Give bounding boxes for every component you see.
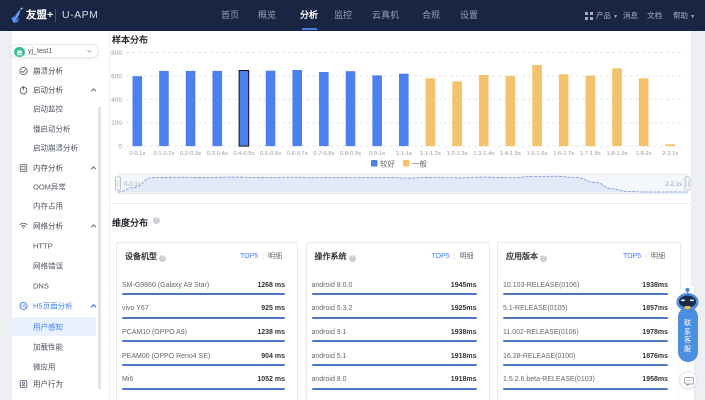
svg-text:0.7-0.8s: 0.7-0.8s	[313, 151, 334, 157]
svg-text:400: 400	[111, 97, 122, 104]
svg-text:600: 600	[111, 73, 122, 80]
svg-text:0.2-0.3s: 0.2-0.3s	[180, 151, 201, 157]
svg-text:1-1.1s: 1-1.1s	[396, 151, 412, 157]
svg-text:2-2.1s: 2-2.1s	[665, 182, 682, 188]
svg-text:1.2-1.3s: 1.2-1.3s	[447, 151, 468, 157]
svg-text:0.1-0.2s: 0.1-0.2s	[154, 151, 175, 157]
svg-text:0.4-0.5s: 0.4-0.5s	[233, 151, 254, 157]
svg-text:0.5-0.6s: 0.5-0.6s	[260, 151, 281, 157]
svg-text:1.6-1.7s: 1.6-1.7s	[553, 151, 574, 157]
svg-text:0.3-0.4s: 0.3-0.4s	[207, 151, 228, 157]
svg-text:800: 800	[111, 50, 122, 57]
svg-text:0.8-0.9s: 0.8-0.9s	[340, 151, 361, 157]
svg-text:H5: H5	[21, 304, 27, 309]
svg-text:1.5-1.6s: 1.5-1.6s	[527, 151, 548, 157]
svg-text:1.7-1.8s: 1.7-1.8s	[580, 151, 601, 157]
svg-text:0.6-0.7s: 0.6-0.7s	[287, 151, 308, 157]
svg-text:1.9-2s: 1.9-2s	[636, 151, 652, 157]
svg-text:一般: 一般	[412, 158, 427, 168]
svg-text:200: 200	[111, 120, 122, 127]
svg-text:1.8-1.9s: 1.8-1.9s	[607, 151, 628, 157]
svg-text:较好: 较好	[380, 158, 395, 168]
svg-text:1.1-1.2s: 1.1-1.2s	[420, 151, 441, 157]
svg-text:2-2.1s: 2-2.1s	[662, 151, 678, 157]
svg-text:0-0.1s: 0-0.1s	[129, 151, 145, 157]
svg-text:1.4-1.5s: 1.4-1.5s	[500, 151, 521, 157]
svg-text:0.9-1s: 0.9-1s	[369, 151, 385, 157]
svg-text:0-0.1s: 0-0.1s	[124, 182, 141, 188]
svg-text:1.3-1.4s: 1.3-1.4s	[473, 151, 494, 157]
svg-text:0: 0	[118, 144, 122, 151]
